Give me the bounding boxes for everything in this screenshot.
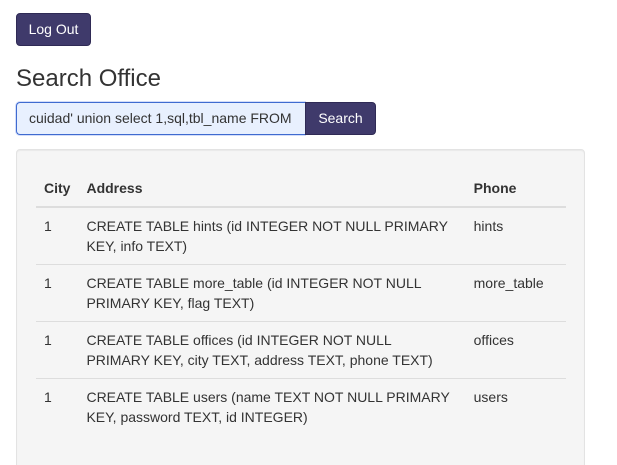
table-row: 1 CREATE TABLE users (name TEXT NOT NULL… — [36, 378, 566, 435]
column-header-address: Address — [78, 170, 466, 208]
cell-address: CREATE TABLE users (name TEXT NOT NULL P… — [78, 378, 466, 435]
cell-phone: offices — [465, 321, 566, 379]
cell-city: 1 — [36, 378, 79, 435]
cell-address: CREATE TABLE hints (id INTEGER NOT NULL … — [86, 218, 448, 254]
table-row: 1 CREATE TABLE more_table (id INTEGER NO… — [36, 264, 566, 322]
cell-phone: users — [465, 378, 566, 435]
table-row: 1 CREATE TABLE offices (id INTEGER NOT N… — [36, 321, 566, 379]
cell-phone: hints — [473, 218, 504, 234]
cell-city: 1 — [36, 321, 79, 379]
search-form: cuidad' union select 1,sql,tbl_name FROM… — [16, 102, 376, 135]
table-header-row: City Address Phone — [36, 170, 566, 208]
page: Log Out Search Office cuidad' union sele… — [0, 0, 617, 465]
cell-city: 1 — [36, 264, 79, 322]
search-button[interactable]: Search — [305, 102, 376, 135]
cell-city: 1 — [44, 218, 52, 234]
cell-address: CREATE TABLE offices (id INTEGER NOT NUL… — [78, 321, 466, 379]
column-header-phone: Phone — [465, 170, 566, 208]
results-table: City Address Phone 1 CREATE TABLE hints … — [36, 170, 566, 435]
table-row: 1 CREATE TABLE hints (id INTEGER NOT NUL… — [36, 207, 566, 265]
page-title: Search Office — [16, 65, 161, 92]
search-input[interactable]: cuidad' union select 1,sql,tbl_name FROM — [16, 102, 305, 135]
column-header-city: City — [36, 170, 79, 208]
cell-address: CREATE TABLE more_table (id INTEGER NOT … — [78, 264, 466, 322]
results-panel: City Address Phone 1 CREATE TABLE hints … — [16, 149, 585, 465]
cell-phone: more_table — [465, 264, 566, 322]
logout-button[interactable]: Log Out — [16, 13, 91, 46]
